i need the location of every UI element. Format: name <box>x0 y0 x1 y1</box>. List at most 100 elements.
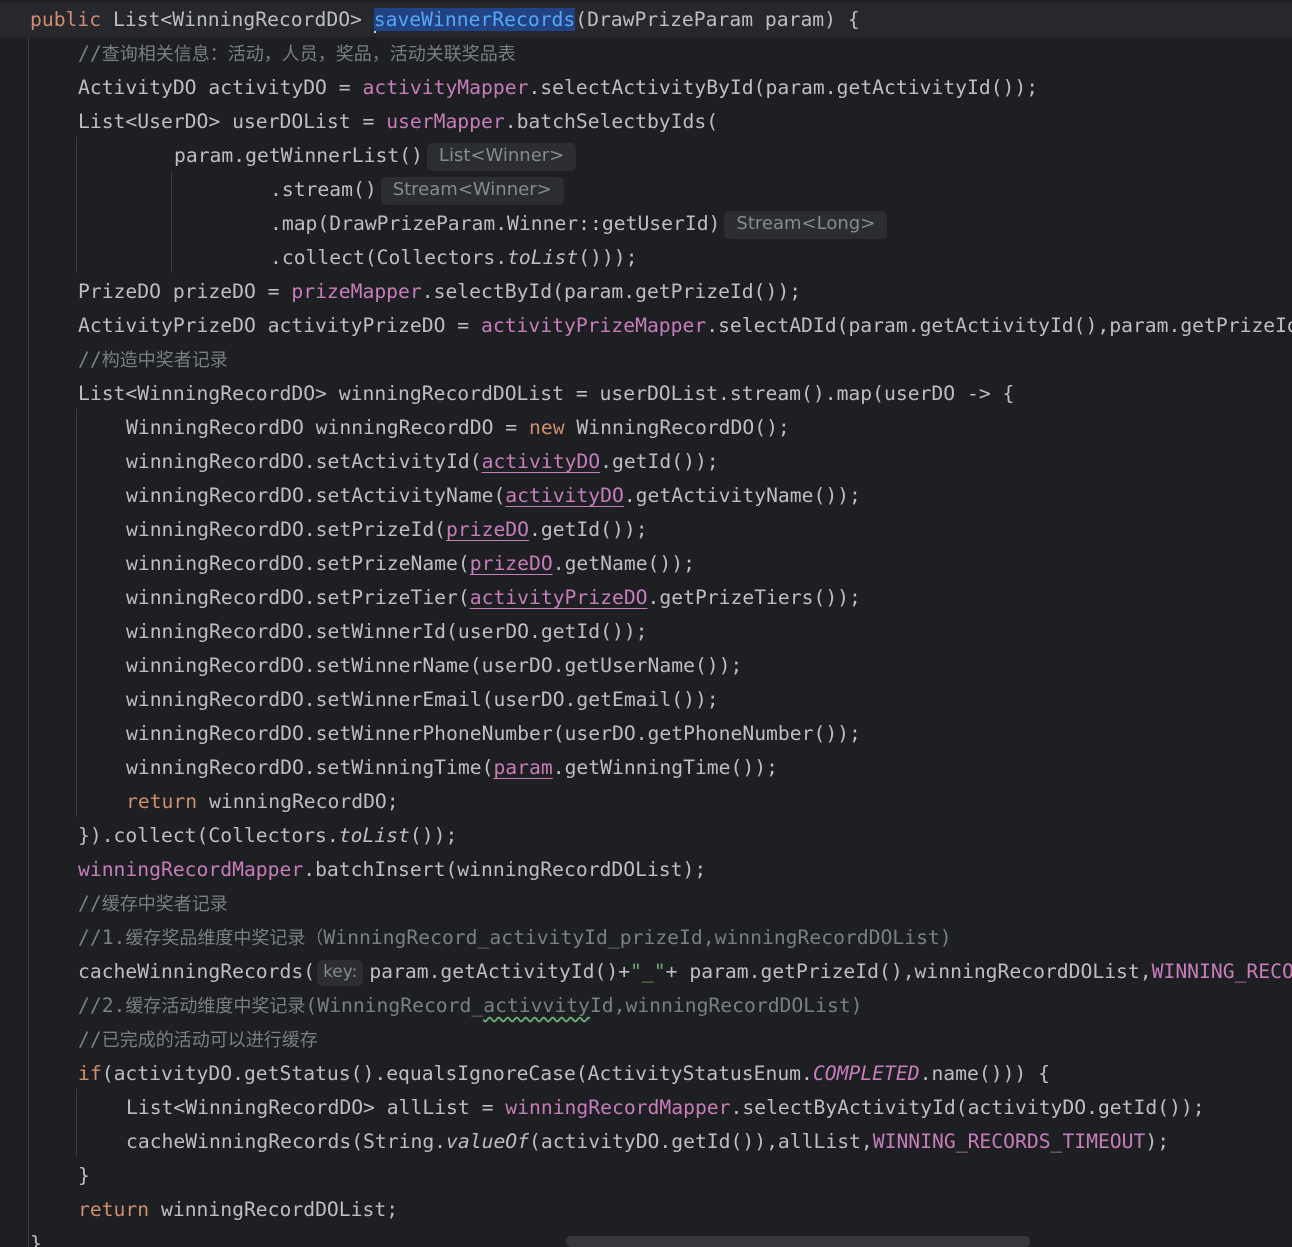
code-token: (activityDO.getId()),allList, <box>529 1130 873 1153</box>
code-token: } <box>78 1164 90 1187</box>
code-token: WINNING_RECORDS_TIMEOUT <box>1151 960 1292 983</box>
code-token: if <box>78 1062 102 1085</box>
code-line[interactable]: winningRecordDO.setWinnerPhoneNumber(use… <box>126 717 861 751</box>
code-line[interactable]: .collect(Collectors.toList())); <box>270 241 637 275</box>
code-token: userMapper <box>386 110 505 133</box>
code-token: winningRecordMapper <box>78 858 304 881</box>
indent-guide <box>76 409 77 817</box>
code-token: activityMapper <box>362 76 529 99</box>
code-token: + param.getPrizeId(),winningRecordDOList… <box>665 960 1152 983</box>
code-line[interactable]: List<UserDO> userDOList = userMapper.bat… <box>78 105 718 139</box>
code-token: .getActivityName()); <box>623 484 861 507</box>
code-line[interactable]: .map(DrawPrizeParam.Winner::getUserId) St… <box>270 207 888 241</box>
code-token: .batchSelectbyIds( <box>504 110 719 133</box>
code-line[interactable]: PrizeDO prizeDO = prizeMapper.selectById… <box>78 275 801 309</box>
code-comment: (WinningRecord_ <box>305 994 484 1017</box>
code-line[interactable]: winningRecordDO.setPrizeId(prizeDO.getId… <box>126 513 648 547</box>
code-token: winningRecordMapper <box>505 1096 731 1119</box>
method-name: saveWinnerRecords <box>373 8 576 31</box>
code-token: ); <box>1145 1130 1170 1153</box>
code-token: .selectById(param.getPrizeId()); <box>421 280 802 303</box>
code-token: cacheWinningRecords(String. <box>126 1130 447 1153</box>
code-token: valueOf <box>446 1130 530 1153</box>
code-line[interactable]: } <box>78 1159 90 1193</box>
code-token: .getId()); <box>600 450 719 473</box>
code-comment: //2. <box>78 994 126 1017</box>
code-line[interactable]: ActivityPrizeDO activityPrizeDO = activi… <box>78 309 1292 343</box>
code-comment: // <box>78 42 102 65</box>
code-token: winningRecordDO.setWinningTime( <box>126 756 494 779</box>
code-line[interactable]: //已完成的活动可以进行缓存 <box>78 1023 318 1057</box>
code-comment: //1. <box>78 926 126 949</box>
code-token: toList <box>507 246 579 269</box>
code-token: .getWinningTime()); <box>552 756 778 779</box>
horizontal-scrollbar[interactable] <box>566 1236 1030 1247</box>
code-line[interactable]: //1.缓存奖品维度中奖记录（WinningRecord_activityId_… <box>78 921 952 955</box>
indent-guide <box>28 37 29 1247</box>
code-token: activityPrizeMapper <box>481 314 707 337</box>
indent-guide <box>76 1089 77 1157</box>
code-line[interactable]: List<WinningRecordDO> winningRecordDOLis… <box>78 377 1014 411</box>
code-line[interactable]: return winningRecordDO; <box>126 785 399 819</box>
code-token: activityPrizeDO <box>469 586 648 609</box>
code-token: WinningRecordDO winningRecordDO = <box>126 416 529 439</box>
code-line[interactable]: cacheWinningRecords(key: param.getActivit… <box>78 955 1292 989</box>
code-token: .collect(Collectors. <box>270 246 508 269</box>
code-line[interactable]: param.getWinnerList() List<Winner> <box>174 139 577 173</box>
code-line[interactable]: List<WinningRecordDO> allList = winningR… <box>126 1091 1205 1125</box>
code-line[interactable]: //缓存中奖者记录 <box>78 887 228 921</box>
type-inlay-hint: List<Winner> <box>426 142 577 171</box>
code-comment: 构造中奖者记录 <box>101 350 228 371</box>
code-token: List<UserDO> userDOList = <box>78 110 387 133</box>
parameter-inlay-hint: key: <box>317 959 364 986</box>
code-comment: 缓存奖品维度中奖记录（ <box>125 928 324 949</box>
code-editor[interactable]: public List<WinningRecordDO> saveWinnerR… <box>0 0 1292 1247</box>
code-comment: activvity <box>483 994 590 1017</box>
code-token: winningRecordDO; <box>208 790 399 813</box>
code-token: .batchInsert(winningRecordDOList); <box>303 858 707 881</box>
code-line[interactable]: ActivityDO activityDO = activityMapper.s… <box>78 71 1038 105</box>
code-token: winningRecordDO.setActivityName( <box>126 484 506 507</box>
type-inlay-hint: Stream<Long> <box>724 210 888 239</box>
code-token: param.getWinnerList() <box>174 144 423 167</box>
code-token: return <box>78 1198 161 1221</box>
code-comment: // <box>78 892 102 915</box>
code-line[interactable]: winningRecordDO.setActivityName(activity… <box>126 479 861 513</box>
code-token: List<WinningRecordDO> winningRecordDOLis… <box>78 382 1015 405</box>
code-token: winningRecordDO.setWinnerPhoneNumber(use… <box>126 722 861 745</box>
code-token: winningRecordDOList; <box>160 1198 399 1221</box>
code-line[interactable]: WinningRecordDO winningRecordDO = new Wi… <box>126 411 790 445</box>
code-token: prizeDO <box>446 518 530 541</box>
code-line[interactable]: winningRecordDO.setActivityId(activityDO… <box>126 445 719 479</box>
code-line[interactable]: winningRecordDO.setWinningTime(param.get… <box>126 751 778 785</box>
code-line[interactable]: }).collect(Collectors.toList()); <box>78 819 457 853</box>
code-line[interactable]: return winningRecordDOList; <box>78 1193 398 1227</box>
code-line[interactable]: winningRecordDO.setWinnerId(userDO.getId… <box>126 615 648 649</box>
code-token: "_" <box>630 960 666 983</box>
code-line[interactable]: winningRecordDO.setPrizeName(prizeDO.get… <box>126 547 695 581</box>
code-token: winningRecordDO.setActivityId( <box>126 450 482 473</box>
code-line[interactable]: .stream() Stream<Winner> <box>270 173 564 207</box>
code-comment: 查询相关信息：活动，人员，奖品，活动关联奖品表 <box>101 44 516 65</box>
code-line[interactable]: cacheWinningRecords(String.valueOf(activ… <box>126 1125 1169 1159</box>
code-token: ())); <box>578 246 638 269</box>
code-line[interactable]: if(activityDO.getStatus().equalsIgnoreCa… <box>78 1057 1050 1091</box>
code-line[interactable]: //查询相关信息：活动，人员，奖品，活动关联奖品表 <box>78 37 516 71</box>
code-comment: // <box>78 348 102 371</box>
type-inlay-hint: Stream<Winner> <box>380 176 564 205</box>
code-line[interactable]: winningRecordDO.setPrizeTier(activityPri… <box>126 581 861 615</box>
code-token: } <box>30 1232 42 1247</box>
code-token: .selectByActivityId(activityDO.getId()); <box>730 1096 1205 1119</box>
code-line[interactable]: //构造中奖者记录 <box>78 343 228 377</box>
code-line[interactable]: public List<WinningRecordDO> saveWinnerR… <box>30 3 860 37</box>
code-line[interactable]: } <box>30 1227 42 1247</box>
code-line[interactable]: winningRecordDO.setWinnerEmail(userDO.ge… <box>126 683 719 717</box>
code-token: List<WinningRecordDO> <box>112 8 374 31</box>
code-token: COMPLETED <box>812 1062 920 1085</box>
code-token: WinningRecordDO(); <box>576 416 790 439</box>
code-token: param <box>493 756 553 779</box>
code-line[interactable]: winningRecordDO.setWinnerName(userDO.get… <box>126 649 742 683</box>
code-line[interactable]: winningRecordMapper.batchInsert(winningR… <box>78 853 706 887</box>
code-token: .map(DrawPrizeParam.Winner::getUserId) <box>270 212 721 235</box>
code-line[interactable]: //2.缓存活动维度中奖记录(WinningRecord_activvityId… <box>78 989 863 1023</box>
